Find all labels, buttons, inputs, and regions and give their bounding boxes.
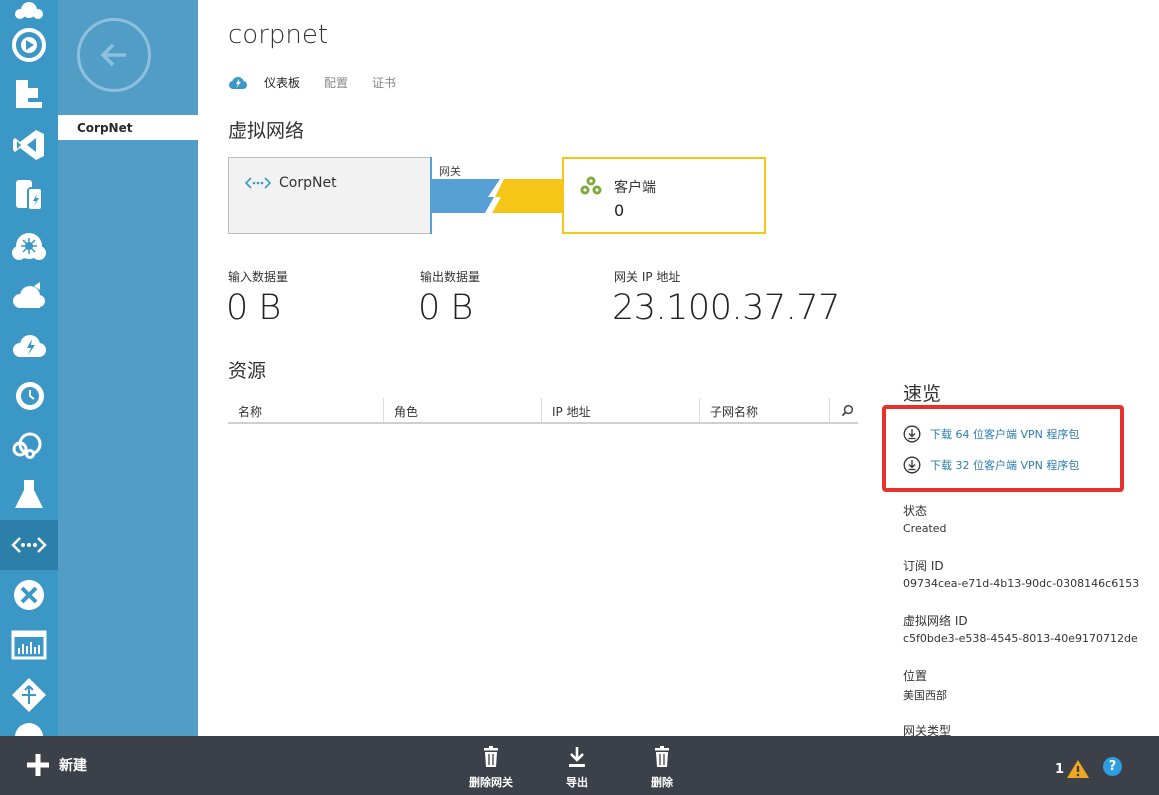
virtual-network-icon[interactable] <box>0 520 58 570</box>
download-32bit-label: 下载 32 位客户端 VPN 程序包 <box>930 459 1080 472</box>
list-pane: CorpNet <box>58 0 198 736</box>
data-out-value: 0 B <box>418 288 473 328</box>
main-content: corpnet 仪表板 配置 证书 虚拟网络 CorpNet 网关 客户端 0 … <box>198 0 1159 738</box>
column-name[interactable]: 名称 <box>228 398 384 422</box>
status-value: Created <box>903 522 947 535</box>
export-button[interactable]: 导出 <box>542 746 612 790</box>
back-button[interactable] <box>77 18 151 92</box>
websites-icon[interactable] <box>0 70 58 120</box>
table-search-button[interactable] <box>836 401 858 419</box>
quickstart-cloud-icon[interactable] <box>228 75 248 91</box>
mobile-services-icon[interactable] <box>0 320 58 370</box>
column-role[interactable]: 角色 <box>384 398 542 422</box>
virtual-network-icon <box>245 177 271 189</box>
download-64bit-label: 下载 64 位客户端 VPN 程序包 <box>930 428 1080 441</box>
network-label: CorpNet <box>279 175 337 191</box>
gateway-label: 网关 <box>439 165 461 178</box>
tab-bar: 仪表板 配置 证书 <box>228 74 420 91</box>
gateway-ip-label: 网关 IP 地址 <box>614 270 681 284</box>
more-services-icon[interactable] <box>0 718 58 736</box>
help-button[interactable]: ? <box>1103 757 1122 776</box>
vnet-id-label: 虚拟网络 ID <box>903 614 968 628</box>
new-label: 新建 <box>59 758 87 774</box>
subscription-id-label: 订阅 ID <box>903 559 944 573</box>
download-icon <box>903 425 921 443</box>
recovery-services-icon[interactable] <box>0 570 58 620</box>
delete-gateway-button[interactable]: 删除网关 <box>456 746 526 790</box>
scheduler-icon[interactable] <box>0 370 58 420</box>
tab-certificates[interactable]: 证书 <box>372 74 396 91</box>
download-icon <box>569 747 585 767</box>
notifications-button[interactable]: 1 <box>1055 759 1090 779</box>
cloud-upload-icon[interactable] <box>0 270 58 320</box>
export-label: 导出 <box>566 776 588 789</box>
command-bar: 新建 删除网关 导出 删除 1 ? <box>0 736 1159 795</box>
media-services-icon[interactable] <box>0 20 58 70</box>
resources-heading: 资源 <box>228 360 267 382</box>
delete-label: 删除 <box>651 776 673 789</box>
client-count: 0 <box>614 201 625 220</box>
trash-icon <box>655 746 669 767</box>
download-64bit-vpn-link[interactable]: 下载 64 位客户端 VPN 程序包 <box>903 425 1079 443</box>
nav-icon-bar <box>0 0 58 736</box>
dashboard-icon[interactable] <box>0 620 58 670</box>
data-in-value: 0 B <box>226 288 281 328</box>
notification-count: 1 <box>1055 761 1065 777</box>
delete-gateway-label: 删除网关 <box>469 776 513 789</box>
plus-icon <box>27 754 49 776</box>
data-out-label: 输出数据量 <box>420 270 481 284</box>
cloud-settings-icon[interactable] <box>0 420 58 470</box>
list-item-corpnet[interactable]: CorpNet <box>58 115 198 140</box>
client-label: 客户端 <box>614 180 656 196</box>
tab-configure[interactable]: 配置 <box>324 74 348 91</box>
lab-flask-icon[interactable] <box>0 470 58 520</box>
column-ip-address[interactable]: IP 地址 <box>542 398 700 422</box>
arrow-left-icon <box>100 43 126 67</box>
clients-icon <box>580 176 602 195</box>
quick-glance-heading: 速览 <box>903 383 942 405</box>
location-label: 位置 <box>903 669 928 683</box>
vnet-heading: 虚拟网络 <box>228 120 305 142</box>
hdinsight-icon[interactable] <box>0 220 58 270</box>
delete-button[interactable]: 删除 <box>627 746 697 790</box>
subscription-id-value: 09734cea-e71d-4b13-90dc-0308146c6153 <box>903 577 1140 590</box>
page-title: corpnet <box>228 20 329 50</box>
gateway-ip-value: 23.100.37.77 <box>612 288 840 328</box>
data-in-label: 输入数据量 <box>228 270 289 284</box>
location-value: 美国西部 <box>903 689 947 702</box>
resources-table: 名称 角色 IP 地址 子网名称 <box>228 398 858 424</box>
highlight-box <box>882 405 1124 492</box>
tab-dashboard[interactable]: 仪表板 <box>264 74 300 91</box>
vnet-id-value: c5f0bde3-e538-4545-8013-40e9170712de <box>903 632 1138 645</box>
warning-icon <box>1067 760 1090 778</box>
trash-icon <box>484 746 498 767</box>
column-subnet-name[interactable]: 子网名称 <box>700 398 830 422</box>
search-icon <box>841 404 853 416</box>
status-label: 状态 <box>903 504 928 518</box>
client-box[interactable]: 客户端 0 <box>562 157 766 234</box>
new-button[interactable]: 新建 <box>26 753 87 777</box>
storage-icon[interactable] <box>0 170 58 220</box>
visual-studio-icon[interactable] <box>0 120 58 170</box>
traffic-manager-icon[interactable] <box>0 670 58 720</box>
download-32bit-vpn-link[interactable]: 下载 32 位客户端 VPN 程序包 <box>903 456 1079 474</box>
download-icon <box>903 456 921 474</box>
network-box[interactable]: CorpNet <box>228 157 431 234</box>
